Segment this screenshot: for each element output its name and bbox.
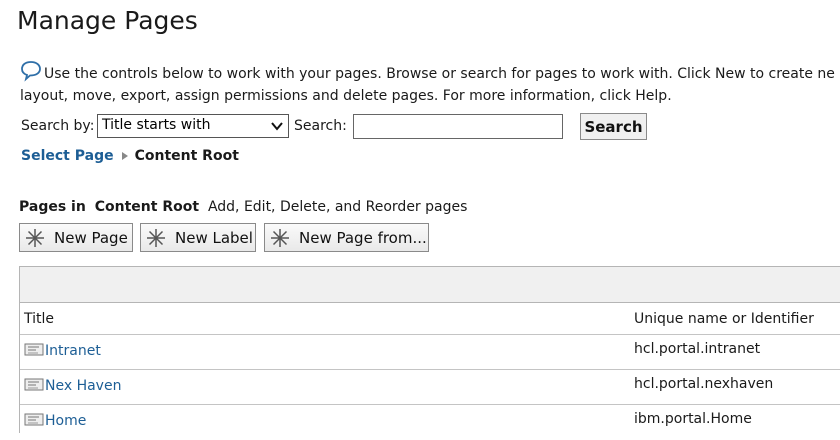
new-label-label: New Label <box>175 228 253 247</box>
breadcrumb: Select Page Content Root <box>21 148 239 164</box>
page-title-link[interactable]: Nex Haven <box>45 378 121 394</box>
new-page-from-button[interactable]: New Page from... <box>264 223 429 252</box>
sparkle-icon <box>271 229 289 247</box>
chevron-down-icon <box>271 122 283 131</box>
search-by-selected-value: Title starts with <box>102 117 211 133</box>
chevron-right-icon <box>121 152 128 160</box>
search-button[interactable]: Search <box>580 113 647 140</box>
new-label-button[interactable]: New Label <box>140 223 256 252</box>
page-title: Manage Pages <box>17 6 198 35</box>
breadcrumb-select-page-link[interactable]: Select Page <box>21 148 114 164</box>
breadcrumb-current: Content Root <box>134 148 239 164</box>
page-title-link[interactable]: Intranet <box>45 343 101 359</box>
table-toolbar <box>20 267 840 303</box>
search-by-select[interactable]: Title starts with <box>97 114 289 138</box>
pages-in-prefix: Pages in <box>19 199 86 215</box>
page-icon <box>24 343 44 356</box>
pages-in-heading: Pages in Content Root Add, Edit, Delete,… <box>19 199 467 215</box>
unique-name-cell: hcl.portal.nexhaven <box>634 376 774 392</box>
page-title-link[interactable]: Home <box>45 413 86 429</box>
intro-text-line-1: Use the controls below to work with your… <box>44 66 835 82</box>
sparkle-icon <box>26 229 44 247</box>
new-page-label: New Page <box>54 228 128 247</box>
table-header-row: Title Unique name or Identifier <box>20 303 840 335</box>
search-input[interactable] <box>353 114 563 139</box>
column-header-unique-name: Unique name or Identifier <box>634 311 814 327</box>
speech-bubble-help-icon[interactable] <box>20 60 42 82</box>
search-label: Search: <box>294 118 347 134</box>
new-page-button[interactable]: New Page <box>19 223 133 252</box>
pages-table: Title Unique name or Identifier Intranet… <box>19 266 840 433</box>
new-page-from-label: New Page from... <box>299 228 427 247</box>
pages-in-suffix: Add, Edit, Delete, and Reorder pages <box>207 199 468 215</box>
sparkle-icon <box>147 229 165 247</box>
page-icon <box>24 378 44 391</box>
unique-name-cell: ibm.portal.Home <box>634 411 752 427</box>
page-icon <box>24 413 44 426</box>
pages-in-location: Content Root <box>94 199 200 215</box>
column-header-title: Title <box>24 311 55 327</box>
intro-text-line-2: layout, move, export, assign permissions… <box>20 88 672 104</box>
table-row: Home ibm.portal.Home <box>20 405 840 440</box>
unique-name-cell: hcl.portal.intranet <box>634 341 761 357</box>
table-row: Nex Haven hcl.portal.nexhaven <box>20 370 840 405</box>
table-row: Intranet hcl.portal.intranet <box>20 335 840 370</box>
search-by-label: Search by: <box>21 118 95 134</box>
